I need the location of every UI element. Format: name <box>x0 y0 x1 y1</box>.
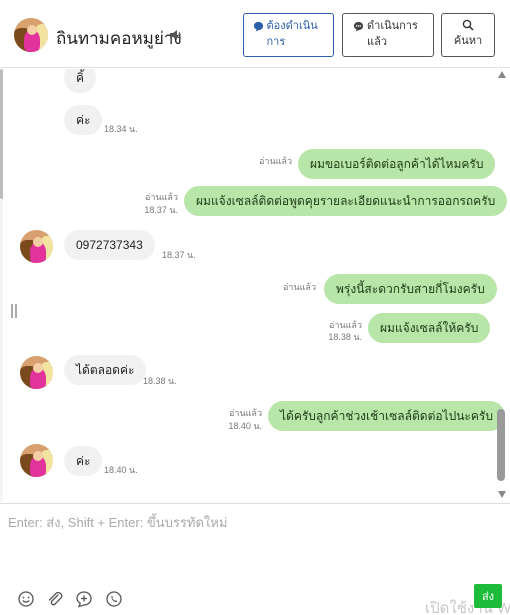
message-bubble[interactable]: ค่ะ <box>64 446 103 476</box>
contact-name: ถินทามคอหมูย่าง <box>56 29 182 48</box>
done-button[interactable]: ดำเนินการแล้ว <box>342 13 434 57</box>
done-label: ดำเนินการแล้ว <box>367 20 418 48</box>
message-bubble[interactable]: พรุ่งนี้สะดวกรับสายกี่โมงครับ <box>324 274 497 304</box>
read-receipt: อ่านแล้ว <box>145 192 178 202</box>
resize-handle[interactable] <box>11 304 17 318</box>
message-bubble[interactable]: ได้ตลอดค่ะ <box>64 355 147 385</box>
search-button[interactable]: ค้นหา <box>441 13 495 57</box>
add-message-icon[interactable] <box>75 590 93 608</box>
phone-chat-icon[interactable] <box>105 590 123 608</box>
contact-avatar[interactable] <box>14 18 48 52</box>
scroll-thumb[interactable] <box>497 409 505 481</box>
message-bubble[interactable]: คิ้ <box>64 69 97 93</box>
read-receipt: อ่านแล้ว <box>259 156 292 166</box>
read-receipt: อ่านแล้ว <box>229 408 262 418</box>
message-bubble[interactable]: ผมขอเบอร์ติดต่อลูกค้าได้ไหมครับ <box>298 149 496 179</box>
message-time: 18.40 น. <box>104 465 138 475</box>
paperclip-icon[interactable] <box>46 590 64 608</box>
message-bubble[interactable]: 0972737343 <box>64 230 155 260</box>
message-time: 18.34 น. <box>104 124 138 134</box>
chat-header: ถินทามคอหมูย่าง ต้องดำเนินการ ดำเนินการแ… <box>0 0 510 68</box>
chat-bubble-icon <box>353 21 364 32</box>
left-panel-edge <box>0 69 3 502</box>
read-receipt: อ่านแล้ว <box>329 320 362 330</box>
message-composer: เปิดใช้งาน W ส่ง <box>0 503 510 615</box>
message-time: 18.37 น. <box>144 205 178 215</box>
pending-label: ต้องดำเนินการ <box>266 20 318 48</box>
read-receipt: อ่านแล้ว <box>283 282 316 292</box>
message-bubble[interactable]: ค่ะ <box>64 105 103 135</box>
message-list[interactable]: คิ้ ค่ะ 18.34 น. อ่านแล้ว ผมขอเบอร์ติดต่… <box>0 69 510 502</box>
contact-avatar[interactable] <box>20 356 53 389</box>
contact-avatar[interactable] <box>20 444 53 477</box>
message-input[interactable] <box>8 512 498 582</box>
message-bubble[interactable]: ผมแจ้งเซลล์ให้ครับ <box>368 313 491 343</box>
message-time: 18.40 น. <box>228 421 262 431</box>
contact-avatar[interactable] <box>20 230 53 263</box>
message-time: 18.38 น. <box>143 376 177 386</box>
speaker-icon[interactable] <box>168 27 184 43</box>
message-time: 18.37 น. <box>162 250 196 260</box>
send-button[interactable]: ส่ง <box>474 584 502 608</box>
search-label: ค้นหา <box>453 35 483 47</box>
message-bubble[interactable]: ได้ครับลูกค้าช่วงเช้าเซลล์ติดต่อไปนะครับ <box>268 401 505 431</box>
message-time: 18.38 น. <box>328 332 362 342</box>
scroll-up-arrow[interactable] <box>498 71 506 78</box>
scroll-down-arrow[interactable] <box>498 491 506 498</box>
search-icon <box>462 19 474 31</box>
chat-bubble-icon <box>253 21 263 32</box>
chat-scrollbar[interactable] <box>495 69 509 502</box>
pending-button[interactable]: ต้องดำเนินการ <box>243 13 334 57</box>
message-bubble[interactable]: ผมแจ้งเซลล์ติดต่อพูดคุยรายละเอียดแนะนำกา… <box>184 186 508 216</box>
emoji-icon[interactable] <box>17 590 35 608</box>
